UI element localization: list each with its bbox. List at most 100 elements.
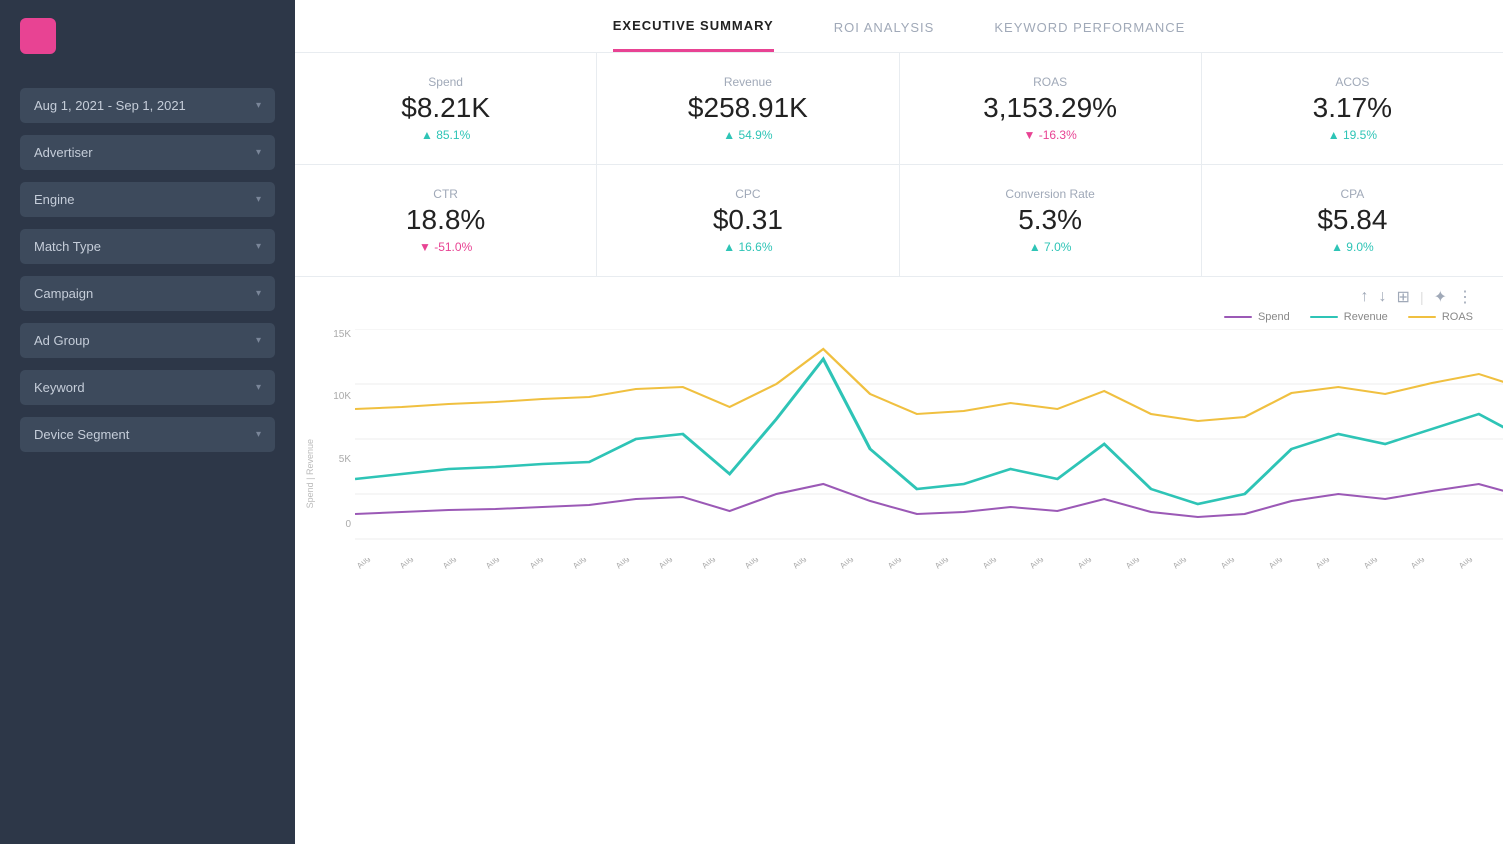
x-label-1: Aug 2, 2021 <box>398 558 435 570</box>
filter-arrow-device-segment: ▾ <box>256 429 261 440</box>
metric-change-cpa: ▲ 9.0% <box>1331 240 1374 254</box>
metric-value-cpa: $5.84 <box>1317 205 1387 236</box>
x-label-8: Aug 9, 2021 <box>700 558 737 570</box>
filter-arrow-campaign: ▾ <box>256 288 261 299</box>
y-axis-left-label: Spend | Revenue <box>305 439 315 508</box>
y-tick-5k: 5K <box>339 454 351 465</box>
pin-icon[interactable]: ✦ <box>1434 287 1447 307</box>
metric-change-ctr: ▼ -51.0% <box>419 240 472 254</box>
x-label-11: Aug 12, 2021 <box>838 558 878 570</box>
metric-value-conversion-rate: 5.3% <box>1018 205 1082 236</box>
tab-executive-summary[interactable]: EXECUTIVE SUMMARY <box>613 18 774 52</box>
metric-label-roas: ROAS <box>1033 75 1067 89</box>
filter-arrow-advertiser: ▾ <box>256 147 261 158</box>
x-label-14: Aug 15, 2021 <box>981 558 1021 570</box>
x-label-5: Aug 6, 2021 <box>571 558 608 570</box>
x-label-23: Aug 24, 2021 <box>1409 558 1449 570</box>
metric-spend: Spend $8.21K ▲ 85.1% <box>295 53 596 164</box>
filter-campaign[interactable]: Campaign▾ <box>20 276 275 311</box>
main-content: EXECUTIVE SUMMARY ROI ANALYSIS KEYWORD PER… <box>295 0 1503 844</box>
metric-ctr: CTR 18.8% ▼ -51.0% <box>295 165 596 276</box>
tab-keyword-performance[interactable]: KEYWORD PERFORMANCE <box>994 20 1185 51</box>
filter-label-device-segment: Device Segment <box>34 427 129 442</box>
metric-change-conversion-rate: ▲ 7.0% <box>1029 240 1072 254</box>
legend-revenue: Revenue <box>1310 311 1388 323</box>
sidebar-filters: Aug 1, 2021 - Sep 1, 2021▾Advertiser▾Eng… <box>0 72 295 468</box>
filter-keyword[interactable]: Keyword▾ <box>20 370 275 405</box>
y-tick-10k: 10K <box>333 391 351 402</box>
logo-icon <box>20 18 56 54</box>
metric-value-ctr: 18.8% <box>406 205 485 236</box>
legend-roas: ROAS <box>1408 311 1473 323</box>
chart-svg <box>355 329 1503 549</box>
x-label-3: Aug 4, 2021 <box>484 558 521 570</box>
chart-toolbar: ↑ ↓ ⊞ | ✦ ⋮ <box>315 287 1483 307</box>
x-label-18: Aug 19, 2021 <box>1171 558 1211 570</box>
x-label-12: Aug 13, 2021 <box>886 558 926 570</box>
metric-change-revenue: ▲ 54.9% <box>723 128 772 142</box>
metric-label-ctr: CTR <box>433 187 458 201</box>
x-label-9: Aug 10, 2021 <box>743 558 783 570</box>
legend-line-roas <box>1408 316 1436 318</box>
metric-value-acos: 3.17% <box>1313 93 1392 124</box>
metric-roas: ROAS 3,153.29% ▼ -16.3% <box>900 53 1201 164</box>
metric-conversion-rate: Conversion Rate 5.3% ▲ 7.0% <box>900 165 1201 276</box>
filter-label-keyword: Keyword <box>34 380 85 395</box>
legend-label-roas: ROAS <box>1442 311 1473 323</box>
x-label-2: Aug 3, 2021 <box>441 558 478 570</box>
metric-label-cpc: CPC <box>735 187 760 201</box>
legend-label-revenue: Revenue <box>1344 311 1388 323</box>
metric-revenue: Revenue $258.91K ▲ 54.9% <box>597 53 898 164</box>
y-tick-0: 0 <box>345 519 351 530</box>
filter-arrow-ad-group: ▾ <box>256 335 261 346</box>
filter-match-type[interactable]: Match Type ▾ <box>20 229 275 264</box>
filter-label-match-type: Match Type <box>34 239 101 254</box>
x-label-16: Aug 17, 2021 <box>1076 558 1116 570</box>
legend-line-spend <box>1224 316 1252 318</box>
more-icon[interactable]: ⋮ <box>1457 287 1473 307</box>
x-axis-labels: Aug 1, 2021Aug 2, 2021Aug 3, 2021Aug 4, … <box>355 558 1503 573</box>
filter-label-date-range: Aug 1, 2021 - Sep 1, 2021 <box>34 98 186 113</box>
x-label-6: Aug 7, 2021 <box>614 558 651 570</box>
filter-device-segment[interactable]: Device Segment ▾ <box>20 417 275 452</box>
tab-roi-analysis[interactable]: ROI ANALYSIS <box>834 20 935 51</box>
legend-spend: Spend <box>1224 311 1290 323</box>
filter-arrow-match-type: ▾ <box>256 241 261 252</box>
filter-label-ad-group: Ad Group <box>34 333 90 348</box>
down-arrow-icon[interactable]: ↓ <box>1379 288 1387 306</box>
x-label-7: Aug 8, 2021 <box>657 558 694 570</box>
y-tick-15k: 15K <box>333 329 351 340</box>
x-label-10: Aug 11, 2021 <box>791 558 831 570</box>
metric-value-roas: 3,153.29% <box>983 93 1117 124</box>
metric-label-conversion-rate: Conversion Rate <box>1005 187 1094 201</box>
filter-label-advertiser: Advertiser <box>34 145 93 160</box>
legend-label-spend: Spend <box>1258 311 1290 323</box>
filter-advertiser[interactable]: Advertiser ▾ <box>20 135 275 170</box>
sidebar: Aug 1, 2021 - Sep 1, 2021▾Advertiser▾Eng… <box>0 0 295 844</box>
metric-change-acos: ▲ 19.5% <box>1328 128 1377 142</box>
up-arrow-icon[interactable]: ↑ <box>1361 288 1369 306</box>
x-label-15: Aug 16, 2021 <box>1028 558 1068 570</box>
x-label-17: Aug 18, 2021 <box>1124 558 1164 570</box>
chart-legend: Spend Revenue ROAS <box>315 311 1483 323</box>
metric-acos: ACOS 3.17% ▲ 19.5% <box>1202 53 1503 164</box>
roas-line <box>355 349 1503 421</box>
metric-label-spend: Spend <box>428 75 463 89</box>
metric-cpc: CPC $0.31 ▲ 16.6% <box>597 165 898 276</box>
x-label-19: Aug 20, 2021 <box>1219 558 1259 570</box>
chart-icon[interactable]: ⊞ <box>1397 287 1410 307</box>
top-nav: EXECUTIVE SUMMARY ROI ANALYSIS KEYWORD PER… <box>295 0 1503 53</box>
filter-ad-group[interactable]: Ad Group ▾ <box>20 323 275 358</box>
metric-value-spend: $8.21K <box>401 93 490 124</box>
filter-engine[interactable]: Engine▾ <box>20 182 275 217</box>
metric-label-acos: ACOS <box>1335 75 1369 89</box>
filter-date-range[interactable]: Aug 1, 2021 - Sep 1, 2021▾ <box>20 88 275 123</box>
x-label-13: Aug 14, 2021 <box>933 558 973 570</box>
sidebar-logo <box>0 0 295 72</box>
metric-change-roas: ▼ -16.3% <box>1024 128 1077 142</box>
filter-arrow-engine: ▾ <box>256 194 261 205</box>
metrics-row-2: CTR 18.8% ▼ -51.0% CPC $0.31 ▲ 16.6% Con… <box>295 165 1503 277</box>
toolbar-separator: | <box>1420 289 1424 305</box>
metric-value-cpc: $0.31 <box>713 205 783 236</box>
x-label-4: Aug 5, 2021 <box>528 558 565 570</box>
